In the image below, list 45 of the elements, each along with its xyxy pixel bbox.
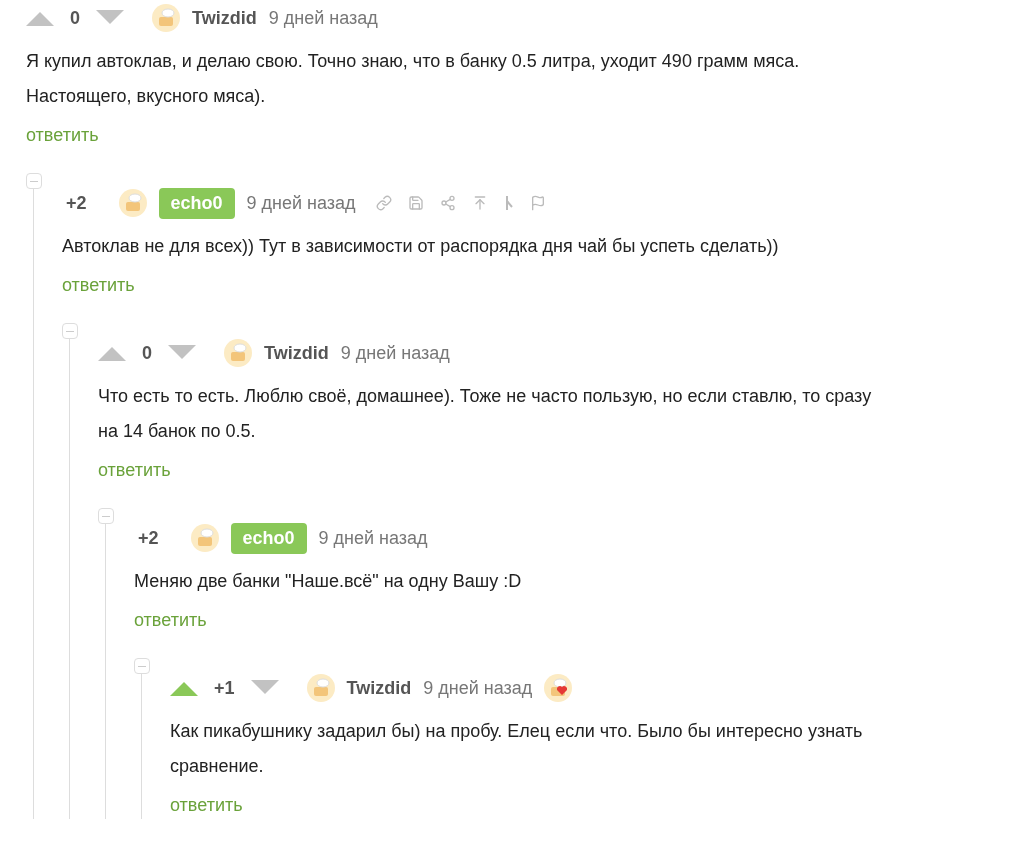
- rating: +2: [137, 526, 160, 550]
- save-icon[interactable]: [407, 195, 424, 211]
- upvote-icon[interactable]: [170, 680, 198, 696]
- collapse-button[interactable]: [62, 323, 78, 339]
- collapse-button[interactable]: [134, 658, 150, 674]
- reply-link[interactable]: ответить: [62, 272, 135, 299]
- reply-link[interactable]: ответить: [26, 122, 99, 149]
- upvote-icon[interactable]: [98, 345, 126, 361]
- downvote-icon[interactable]: [168, 345, 196, 361]
- flag-icon[interactable]: [529, 195, 546, 211]
- rating: 0: [141, 341, 153, 365]
- timestamp: 9 дней назад: [423, 676, 533, 700]
- comment-text: Я купил автоклав, и делаю свою. Точно знаю, что в банку 0.5 литра, уходит 490 грамм мяса. Настоящего, вкусного мяса).: [26, 50, 801, 108]
- downvote-icon[interactable]: [96, 10, 124, 26]
- comment-text: Как пикабушнику задарил бы) на пробу. Елец если что. Было бы интересно узнать сравнение.: [170, 720, 864, 778]
- rating: +1: [213, 676, 236, 700]
- timestamp: 9 дней назад: [268, 6, 378, 30]
- rating: 0: [69, 6, 81, 30]
- timestamp: 9 дней назад: [340, 341, 450, 365]
- author-name[interactable]: echo0: [230, 522, 307, 554]
- link-icon[interactable]: [375, 195, 392, 211]
- upvote-icon[interactable]: [26, 10, 54, 26]
- author-name[interactable]: Twizdid: [192, 4, 257, 32]
- downvote-icon[interactable]: [250, 680, 279, 696]
- author-name[interactable]: Twizdid: [264, 339, 329, 367]
- collapse-button[interactable]: [26, 173, 42, 189]
- reply-link[interactable]: ответить: [170, 792, 243, 819]
- avatar-icon: [152, 4, 180, 32]
- comment-text: Автоклав не для всех)) Тут в зависимости от распорядка дня чай бы успеть сделать)): [62, 235, 780, 258]
- rating: +2: [65, 191, 88, 215]
- avatar-icon: [190, 524, 219, 552]
- timestamp: 9 дней назад: [318, 526, 428, 550]
- branch-icon[interactable]: [503, 195, 514, 211]
- collapse-button[interactable]: [98, 508, 114, 524]
- timestamp: 9 дней назад: [246, 191, 356, 215]
- avatar-icon: [118, 189, 147, 217]
- author-name[interactable]: echo0: [158, 187, 235, 219]
- reply-link[interactable]: ответить: [98, 457, 171, 484]
- share-icon[interactable]: [439, 195, 456, 211]
- avatar-icon: [224, 339, 252, 367]
- avatar-icon: [306, 674, 335, 702]
- comment-text: Меняю две банки "Наше.всё" на одну Вашу :D: [134, 570, 523, 593]
- author-name[interactable]: Twizdid: [346, 674, 412, 702]
- reply-link[interactable]: ответить: [134, 607, 207, 634]
- comment-text: Что есть то есть. Люблю своё, домашнее). Тоже не часто пользую, но если ставлю, то сразу на 14 банок по 0.5.: [98, 385, 873, 443]
